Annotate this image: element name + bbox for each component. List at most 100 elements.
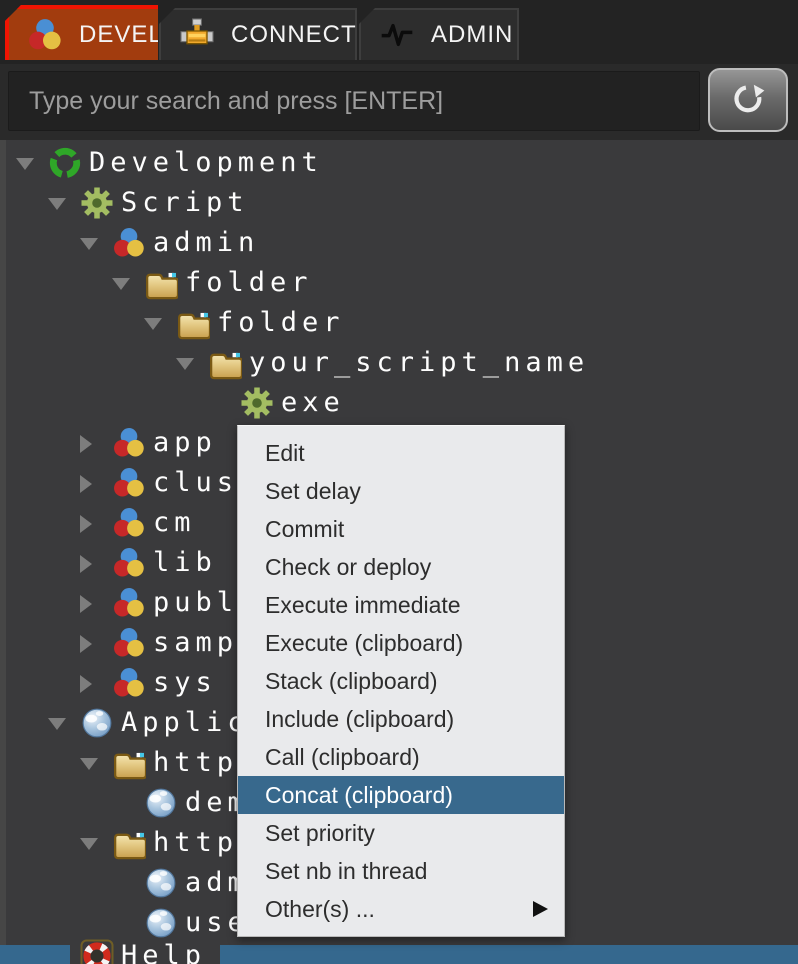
chevron-right-icon[interactable] [80, 675, 92, 693]
cluster-icon [112, 666, 146, 700]
tree-item-script[interactable]: Script [0, 183, 798, 223]
tab-label: DEVEL [79, 21, 163, 49]
globe-icon [144, 866, 178, 900]
submenu-arrow-icon [533, 901, 548, 917]
menu-item-edit[interactable]: Edit [238, 434, 564, 472]
tree-item-label: exe [281, 383, 345, 423]
tree-item-label: folder [185, 263, 313, 303]
gear-icon [240, 386, 274, 420]
menu-item-execute-clipboard[interactable]: Execute (clipboard) [238, 624, 564, 662]
chevron-down-icon[interactable] [176, 358, 194, 370]
cluster-icon [112, 546, 146, 580]
tab-label: CONNECT [231, 21, 357, 49]
folder-icon [144, 266, 178, 300]
chevron-right-icon[interactable] [80, 595, 92, 613]
chevron-right-icon[interactable] [80, 475, 92, 493]
menu-item-commit[interactable]: Commit [238, 510, 564, 548]
menu-item-label: Other(s) ... [265, 896, 375, 922]
tree-item-label: cm [153, 503, 196, 543]
cluster-icon [112, 226, 146, 260]
tab-label: ADMIN [431, 21, 513, 49]
app-window: DEVEL CONNECT ADMIN DevelopmentScriptadmin… [0, 0, 798, 964]
cluster-icon [27, 17, 63, 53]
tree-item-help[interactable]: Help [70, 938, 220, 964]
chevron-right-icon[interactable] [80, 635, 92, 653]
tree-item-label: publ [153, 583, 238, 623]
tree-item-your-script-name[interactable]: your_script_name [0, 343, 798, 383]
menu-item-include-clipboard[interactable]: Include (clipboard) [238, 700, 564, 738]
tab-admin[interactable]: ADMIN [359, 8, 519, 60]
chevron-down-icon[interactable] [80, 838, 98, 850]
tree-item-exe[interactable]: exe [0, 383, 798, 423]
chevron-right-icon[interactable] [80, 555, 92, 573]
menu-item-set-delay[interactable]: Set delay [238, 472, 564, 510]
menu-item-other-s[interactable]: Other(s) ... [238, 890, 564, 928]
refresh-icon [729, 80, 767, 121]
menu-item-execute-immediate[interactable]: Execute immediate [238, 586, 564, 624]
chevron-down-icon[interactable] [48, 718, 66, 730]
folder-icon [208, 346, 242, 380]
tree-item-folder[interactable]: folder [0, 263, 798, 303]
menu-item-check-or-deploy[interactable]: Check or deploy [238, 548, 564, 586]
chevron-down-icon[interactable] [112, 278, 130, 290]
tree-item-label: folder [217, 303, 345, 343]
chevron-down-icon[interactable] [80, 238, 98, 250]
cluster-icon [112, 466, 146, 500]
context-menu: Edit Set delay Commit Check or deploy Execut… [237, 425, 565, 937]
globe-icon [80, 706, 114, 740]
tree-item-development[interactable]: Development [0, 143, 798, 183]
chevron-right-icon[interactable] [80, 435, 92, 453]
menu-item-call-clipboard[interactable]: Call (clipboard) [238, 738, 564, 776]
search-input[interactable] [8, 71, 700, 131]
folder-icon [112, 826, 146, 860]
menu-item-label: Include (clipboard) [265, 706, 454, 732]
chevron-down-icon[interactable] [16, 158, 34, 170]
chevron-right-icon[interactable] [80, 515, 92, 533]
menu-item-concat-clipboard[interactable]: Concat (clipboard) [238, 776, 564, 814]
folder-icon [176, 306, 210, 340]
tree-item-label: http [153, 823, 238, 863]
lifebuoy-icon [80, 939, 114, 964]
recycle-icon [48, 146, 82, 180]
menu-item-label: Edit [265, 440, 305, 466]
tree-item-label: lib [153, 543, 217, 583]
menu-item-label: Set priority [265, 820, 375, 846]
tree-item-label: clus [153, 463, 238, 503]
menu-item-label: Concat (clipboard) [265, 782, 453, 808]
menu-item-stack-clipboard[interactable]: Stack (clipboard) [238, 662, 564, 700]
tree-item-admin[interactable]: admin [0, 223, 798, 263]
menu-item-label: Stack (clipboard) [265, 668, 438, 694]
tree-item-label: Development [89, 143, 323, 183]
tree-item-label: http [153, 743, 238, 783]
tab-devel[interactable]: DEVEL [5, 5, 158, 60]
cluster-icon [112, 586, 146, 620]
menu-item-label: Execute (clipboard) [265, 630, 463, 656]
menu-item-label: Check or deploy [265, 554, 431, 580]
tree-item-folder-2[interactable]: folder [0, 303, 798, 343]
chevron-down-icon[interactable] [80, 758, 98, 770]
menu-item-label: Set delay [265, 478, 361, 504]
tree-item-label: Help [121, 938, 206, 964]
tab-connect[interactable]: CONNECT [159, 8, 357, 60]
menu-item-label: Call (clipboard) [265, 744, 420, 770]
menu-item-set-priority[interactable]: Set priority [238, 814, 564, 852]
cluster-icon [112, 426, 146, 460]
menu-item-label: Set nb in thread [265, 858, 427, 884]
chevron-down-icon[interactable] [144, 318, 162, 330]
menu-item-label: Commit [265, 516, 344, 542]
tree-item-label: Applic [121, 703, 249, 743]
connector-icon [179, 17, 215, 53]
tree-item-label: samp [153, 623, 238, 663]
tree-item-label: sys [153, 663, 217, 703]
search-bar [0, 64, 798, 140]
pulse-icon [379, 17, 415, 53]
tree-item-label: admin [153, 223, 259, 263]
menu-item-set-nb-in-thread[interactable]: Set nb in thread [238, 852, 564, 890]
refresh-button[interactable] [708, 68, 788, 132]
globe-icon [144, 906, 178, 940]
tree-item-label: app [153, 423, 217, 463]
gear-icon [80, 186, 114, 220]
menu-item-label: Execute immediate [265, 592, 461, 618]
chevron-down-icon[interactable] [48, 198, 66, 210]
globe-icon [144, 786, 178, 820]
